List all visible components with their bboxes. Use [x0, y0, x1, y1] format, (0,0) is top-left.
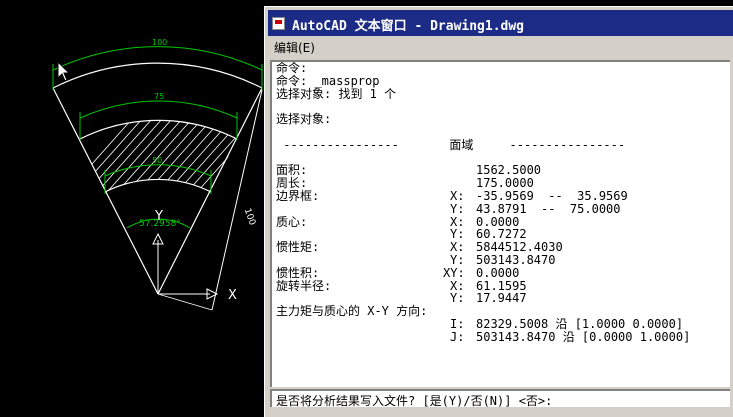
side-dimension: 100	[157, 89, 263, 311]
history-line-text: 惯性矩:	[276, 240, 320, 255]
history-line-text: 0.0000	[476, 265, 520, 280]
drawing-canvas[interactable]: 100 75 50 57.2958° 100 Y X	[0, 0, 264, 417]
history-line-text: J:	[450, 329, 465, 344]
history-line-text: I:	[450, 316, 465, 331]
history-line-text: 惯性积:	[276, 265, 320, 280]
ucs-x-label: X	[228, 288, 237, 303]
ucs-icon	[152, 232, 219, 300]
history-line-text: 82329.5008 沿 [1.0000 0.0000]	[476, 316, 684, 331]
autocad-app-icon[interactable]	[272, 17, 285, 30]
history-line-text: 17.9447	[476, 291, 527, 306]
dim-label-inner: 50	[152, 156, 162, 165]
text-window[interactable]: AutoCAD 文本窗口 - Drawing1.dwg 编辑(E) 命令: 命令:…	[264, 6, 733, 417]
history-line-text: 503143.8470	[476, 252, 556, 267]
command-line[interactable]: 是否将分析结果写入文件? [是(Y)/否(N)] <否>:	[270, 389, 730, 408]
menu-edit[interactable]: 编辑(E)	[274, 39, 315, 56]
menu-bar: 编辑(E)	[268, 37, 733, 57]
mouse-cursor-icon	[57, 61, 71, 82]
history-text-area[interactable]: 命令: 命令: _massprop 选择对象: 找到 1 个选择对象: ------…	[270, 60, 730, 387]
history-line-text: ---------------- 面域 ----------------	[276, 137, 626, 152]
dim-label-middle: 75	[154, 92, 164, 101]
history-line-text: Y:	[450, 201, 465, 216]
history-line-text: 边界框:	[276, 188, 320, 203]
dim-label-outer: 100	[152, 38, 167, 47]
history-line-text: 质心:	[276, 214, 308, 229]
history-line-text: X:	[450, 188, 465, 203]
title-bar[interactable]: AutoCAD 文本窗口 - Drawing1.dwg	[268, 10, 733, 36]
history-line-text: 旋转半径:	[276, 278, 332, 293]
history-line-text: 43.8791 -- 75.0000	[476, 201, 621, 216]
history-line-text: 命令:	[276, 61, 308, 75]
history-line-text: 选择对象:	[276, 112, 332, 127]
command-prompt: 是否将分析结果写入文件? [是(Y)/否(N)] <否>:	[276, 394, 553, 408]
hatched-region[interactable]	[60, 110, 264, 200]
history-line-text: 选择对象: 找到 1 个	[276, 86, 397, 101]
window-title: AutoCAD 文本窗口 - Drawing1.dwg	[292, 19, 525, 34]
history-line-text: XY:	[443, 265, 465, 280]
dim-label-side: 100	[242, 207, 257, 227]
ucs-y-label: Y	[154, 209, 163, 224]
history-line-text: Y:	[450, 291, 465, 306]
history-line-text: Y:	[450, 252, 465, 267]
history-line-text: 命令: _massprop	[276, 73, 380, 88]
history-line-text: -35.9569 -- 35.9569	[476, 188, 628, 203]
history-line-text: 主力矩与质心的 X-Y 方向:	[276, 304, 428, 319]
history-line-text: 503143.8470 沿 [0.0000 1.0000]	[476, 329, 691, 344]
